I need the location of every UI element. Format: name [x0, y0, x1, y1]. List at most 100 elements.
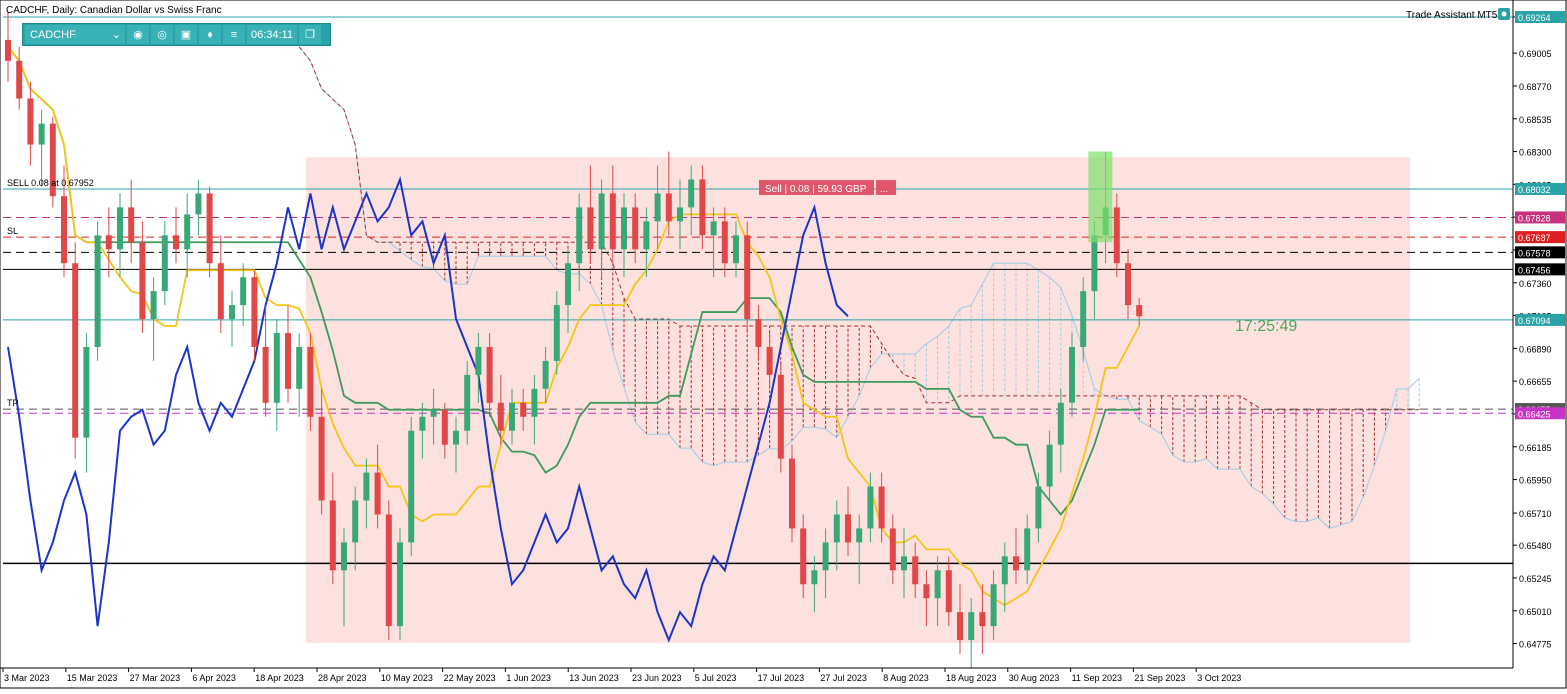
candle-body — [262, 346, 269, 403]
gear-icon[interactable] — [1498, 8, 1510, 20]
trade-assistant-label: Trade Assistant MT5 — [1406, 10, 1498, 21]
candle-body — [1136, 305, 1143, 317]
candle-body — [1080, 291, 1087, 347]
price-tick-label: 0.66890 — [1519, 344, 1552, 354]
candle-body — [83, 346, 90, 438]
candle-body — [889, 528, 896, 571]
candle-body — [206, 193, 213, 264]
menu-icon[interactable]: ≡ — [223, 25, 245, 44]
price-tag-label: 0.67094 — [1518, 316, 1551, 326]
candle-body — [744, 235, 751, 320]
candle-body — [296, 346, 303, 389]
price-tag-label: 0.68032 — [1518, 185, 1551, 195]
candle-body — [957, 612, 963, 641]
window-icon[interactable]: ❐ — [299, 25, 321, 44]
candle-body — [475, 346, 482, 375]
candle-body — [1013, 556, 1019, 571]
candle-body — [139, 242, 146, 320]
level-name: SL — [7, 226, 18, 236]
candle-body — [408, 430, 415, 543]
candle-body — [341, 542, 347, 571]
candle-body — [1057, 402, 1064, 445]
chart-root: 0.69264 0.69005 0.68770 0.68535 0.68300 0.680… — [0, 0, 1567, 689]
symbol-label: CADCHF — [30, 28, 76, 41]
candle-body — [945, 570, 952, 613]
candle-body — [621, 207, 627, 250]
candle-body — [441, 409, 448, 445]
candle-body — [789, 458, 795, 529]
candle-body — [453, 430, 459, 445]
candle-body — [654, 193, 661, 222]
candle-body — [733, 235, 739, 264]
candle-body — [755, 319, 762, 347]
candle-body — [1001, 556, 1008, 585]
candle-body — [923, 584, 930, 599]
price-tick-label: 0.67360 — [1519, 279, 1552, 289]
time-tick-label: 15 Mar 2023 — [67, 673, 118, 683]
time-tick-label: 13 Jun 2023 — [569, 673, 619, 683]
time-tick-label: 5 Jul 2023 — [695, 673, 737, 683]
candle-body — [497, 402, 504, 431]
price-tick-label: 0.64775 — [1519, 640, 1552, 650]
price-tick-label: 0.68535 — [1519, 115, 1552, 125]
candle-body — [990, 584, 997, 627]
candle-body — [1113, 207, 1120, 264]
candle-body — [822, 542, 829, 571]
candle-body — [273, 333, 280, 403]
time-tick-label: 27 Mar 2023 — [130, 673, 181, 683]
candle-body — [912, 556, 919, 585]
calendar-icon[interactable]: ▣ — [175, 25, 197, 44]
candle-body — [128, 207, 135, 243]
candle-body — [688, 179, 695, 208]
candle-body — [374, 472, 381, 515]
price-tag-label: 0.69264 — [1518, 13, 1551, 23]
candle-body — [934, 570, 941, 599]
candle-body — [240, 277, 247, 306]
candle-body — [576, 207, 583, 264]
candle-body — [385, 514, 392, 627]
time-tick-label: 27 Jul 2023 — [820, 673, 867, 683]
candle-body — [878, 486, 885, 529]
candle-body — [486, 346, 493, 403]
chart-title: CADCHF, Daily: Canadian Dollar vs Swiss … — [6, 5, 222, 16]
eye-icon[interactable]: ◎ — [151, 25, 173, 44]
candle-body — [352, 500, 359, 543]
price-tick-label: 0.69005 — [1519, 49, 1552, 59]
candle-body — [710, 221, 717, 236]
candle-body — [307, 346, 314, 417]
time-tick-label: 8 Aug 2023 — [883, 673, 929, 683]
symbol-selector[interactable]: CADCHF ⌄ — [25, 25, 125, 44]
bell-icon[interactable]: ♦ — [199, 25, 221, 44]
candle-body — [777, 374, 784, 459]
candle-body — [72, 263, 79, 438]
camera-icon[interactable]: ◉ — [127, 25, 149, 44]
candle-body — [800, 528, 807, 585]
candle-body — [1035, 486, 1042, 529]
candle-body — [587, 207, 594, 250]
candle-body — [1125, 263, 1131, 306]
candle-body — [16, 60, 23, 99]
candle-body — [251, 277, 258, 347]
time-tick-label: 3 Mar 2023 — [4, 673, 50, 683]
time-tick-label: 10 May 2023 — [381, 673, 433, 683]
candle-body — [520, 402, 527, 417]
candle-body — [229, 305, 235, 320]
trade-label-text: Sell | 0.08 | 59.93 GBP — [765, 184, 867, 195]
time-tick-label: 18 Apr 2023 — [255, 673, 304, 683]
candle-body — [1069, 346, 1075, 403]
candle-body — [94, 235, 101, 347]
price-chart[interactable]: 0.69264 0.69005 0.68770 0.68535 0.68300 0.680… — [0, 0, 1567, 689]
price-tag-label: 0.67456 — [1518, 265, 1551, 275]
candle-body — [397, 542, 403, 627]
time-tick-label: 17 Jul 2023 — [758, 673, 805, 683]
candle-body — [1046, 444, 1053, 487]
time-tick-label: 3 Oct 2023 — [1197, 673, 1241, 683]
candle-body — [968, 612, 975, 641]
candle-body — [1091, 235, 1098, 292]
candle-body — [845, 514, 851, 543]
candle-body — [217, 263, 224, 320]
candle-body — [27, 98, 34, 145]
candle-body — [901, 556, 907, 571]
clock-display: 06:34:11 — [247, 25, 297, 44]
candle-body — [632, 207, 639, 250]
